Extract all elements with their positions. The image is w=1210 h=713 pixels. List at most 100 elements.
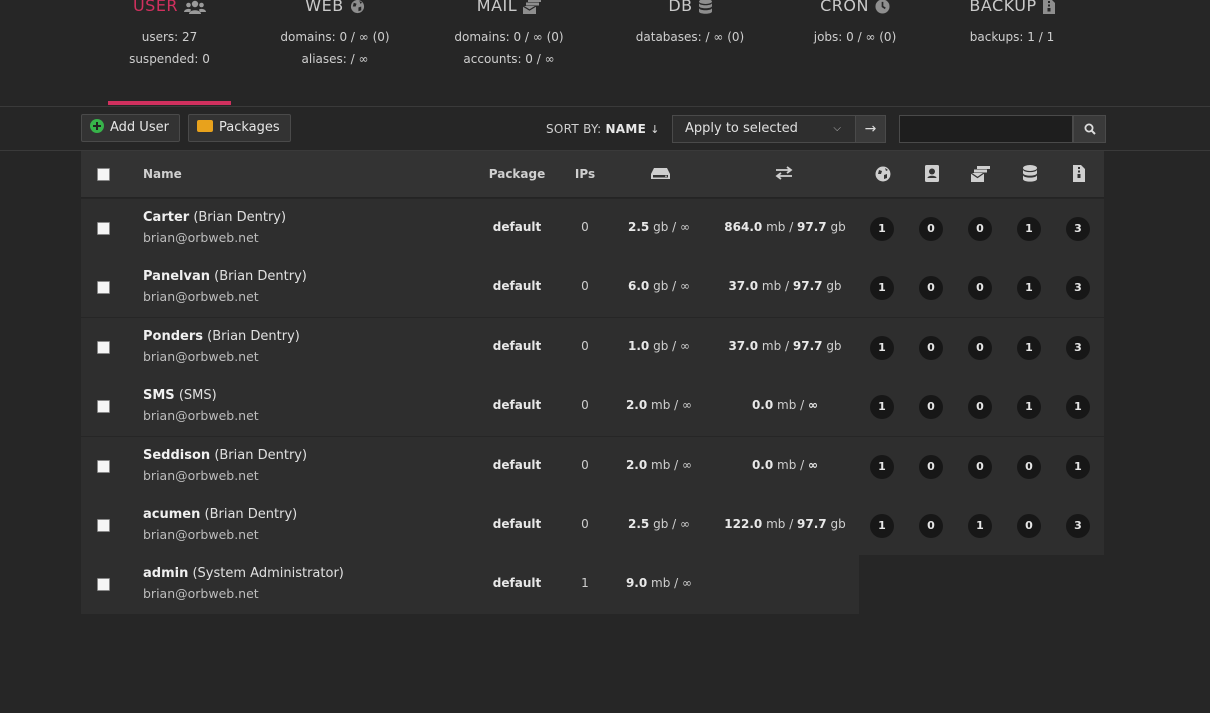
disk-quota: ∞ (680, 220, 690, 234)
database-icon[interactable] (1023, 165, 1037, 182)
web-count-badge: 1 (870, 276, 894, 301)
sort-by[interactable]: SORT BY: NAME ↓ (546, 122, 660, 136)
mail-count-badge: 0 (968, 276, 992, 301)
box-icon (197, 120, 213, 132)
user-name[interactable]: Carter (Brian Dentry) (143, 210, 286, 225)
bandwidth-quota: 97.7 (792, 338, 823, 353)
bulk-action-select[interactable]: Apply to selected ⌵ (672, 115, 855, 143)
row-checkbox[interactable] (97, 222, 110, 235)
stat-db[interactable]: DB databases: / ∞ (0) (630, 0, 750, 45)
bandwidth-usage: 0.0 mb / ∞ (751, 398, 819, 413)
stat-cron[interactable]: CRON jobs: 0 / ∞ (0) (800, 0, 910, 45)
row-checkbox[interactable] (97, 459, 110, 473)
stat-mail-line-2: accounts: 0 / ∞ (463, 52, 555, 66)
disk-value: 2.5 (628, 517, 650, 531)
globe-icon[interactable] (875, 166, 891, 182)
mail-stack-icon[interactable] (971, 166, 990, 182)
disk-quota: ∞ (680, 517, 690, 531)
mail-count-badge: 0 (968, 335, 992, 360)
disk-value: 2.5 (628, 220, 650, 234)
header-ips[interactable]: IPs (568, 151, 602, 197)
mail-stack-icon (523, 0, 542, 14)
user-name[interactable]: SMS (SMS) (143, 388, 217, 403)
row-checkbox[interactable] (97, 340, 110, 354)
row-checkbox[interactable] (97, 281, 110, 295)
address-book-icon[interactable] (925, 165, 939, 182)
hdd-icon[interactable] (651, 167, 670, 179)
package-cell: default (487, 576, 547, 590)
row-checkbox[interactable] (97, 519, 110, 532)
disk-usage: 2.0 mb / ∞ (625, 398, 693, 413)
file-archive-icon[interactable] (1073, 165, 1085, 182)
user-email: brian@orbweb.net (143, 586, 259, 602)
package-name: default (492, 517, 542, 531)
disk-usage: 2.0 mb / ∞ (625, 457, 693, 472)
disk-unit: mb (651, 576, 671, 591)
row-checkbox[interactable] (97, 578, 110, 592)
package-cell: default (487, 220, 547, 234)
select-all-checkbox[interactable] (97, 168, 110, 181)
dns-count-badge: 0 (919, 335, 943, 360)
search-input[interactable] (899, 115, 1073, 143)
table-row[interactable]: Panelvan (Brian Dentry) brian@orbweb.net d… (81, 258, 1104, 319)
package-cell: default (487, 279, 547, 293)
disk-quota: ∞ (682, 398, 693, 413)
bandwidth-quota-unit: gb (830, 220, 846, 234)
package-name: default (492, 457, 542, 472)
clock-icon (875, 0, 890, 14)
package-name: default (492, 279, 542, 294)
bandwidth-usage: 37.0 mb / 97.7 gb (728, 279, 842, 294)
stat-mail[interactable]: MAIL domains: 0 / ∞ (0) accounts: 0 / ∞ (440, 0, 578, 67)
user-name[interactable]: Seddison (Brian Dentry) (143, 448, 307, 463)
user-fullname: (Brian Dentry) (214, 269, 307, 285)
username: Seddison (143, 447, 211, 463)
ips-cell: 0 (581, 457, 589, 472)
header-name[interactable]: Name (143, 151, 182, 197)
exchange-icon[interactable] (775, 166, 793, 180)
search-button[interactable] (1073, 115, 1106, 143)
package-name: default (492, 398, 542, 413)
user-name[interactable]: admin (System Administrator) (143, 566, 344, 581)
backup-count-badge: 1 (1066, 395, 1090, 420)
user-name[interactable]: Ponders (Brian Dentry) (143, 329, 300, 344)
packages-button[interactable]: Packages (188, 114, 291, 142)
table-row[interactable]: admin (System Administrator) brian@orbweb… (81, 555, 859, 616)
ips-cell: 1 (581, 576, 589, 591)
stat-web[interactable]: WEB domains: 0 / ∞ (0) aliases: / ∞ (268, 0, 402, 67)
disk-quota: ∞ (682, 576, 693, 591)
user-name[interactable]: Panelvan (Brian Dentry) (143, 269, 307, 284)
plus-circle-icon (90, 119, 104, 133)
stat-web-line-2: aliases: / ∞ (301, 52, 369, 66)
stat-backup[interactable]: BACKUP backups: 1 / 1 (958, 0, 1066, 45)
dns-count-badge: 0 (919, 514, 943, 538)
bandwidth-unit: mb (761, 279, 782, 294)
stat-cron-title: CRON (820, 0, 869, 15)
package-cell: default (487, 398, 547, 412)
table-row[interactable]: acumen (Brian Dentry) brian@orbweb.net def… (81, 496, 1104, 556)
package-name: default (492, 338, 542, 353)
disk-quota: ∞ (680, 338, 690, 353)
add-user-button[interactable]: Add User (81, 114, 180, 142)
header-package[interactable]: Package (487, 151, 547, 197)
user-name[interactable]: acumen (Brian Dentry) (143, 507, 297, 522)
ips-cell: 0 (581, 517, 589, 531)
table-row[interactable]: Seddison (Brian Dentry) brian@orbweb.net d… (81, 436, 1104, 497)
db-count-badge: 1 (1017, 335, 1041, 360)
stat-user[interactable]: USER users: 27 suspended: 0 (108, 0, 231, 67)
bandwidth-unit: mb (761, 338, 782, 353)
user-fullname: (Brian Dentry) (214, 447, 308, 463)
sort-value: NAME (605, 122, 647, 136)
row-checkbox[interactable] (97, 400, 110, 414)
table-row[interactable]: SMS (SMS) brian@orbweb.net default 0 2.0 mb … (81, 377, 1104, 438)
backup-count-badge: 3 (1066, 514, 1090, 538)
bandwidth-unit: mb (777, 457, 797, 472)
ips-cell: 0 (581, 338, 589, 353)
stat-user-line-1: users: 27 (141, 30, 198, 44)
table-row[interactable]: Ponders (Brian Dentry) brian@orbweb.net de… (81, 317, 1104, 378)
apply-action-button[interactable]: → (855, 115, 886, 143)
ips-cell: 0 (581, 398, 589, 413)
stat-db-title: DB (668, 0, 693, 15)
sort-label: SORT BY: (546, 122, 602, 136)
user-fullname: (Brian Dentry) (204, 507, 298, 522)
table-row[interactable]: Carter (Brian Dentry) brian@orbweb.net def… (81, 199, 1104, 259)
